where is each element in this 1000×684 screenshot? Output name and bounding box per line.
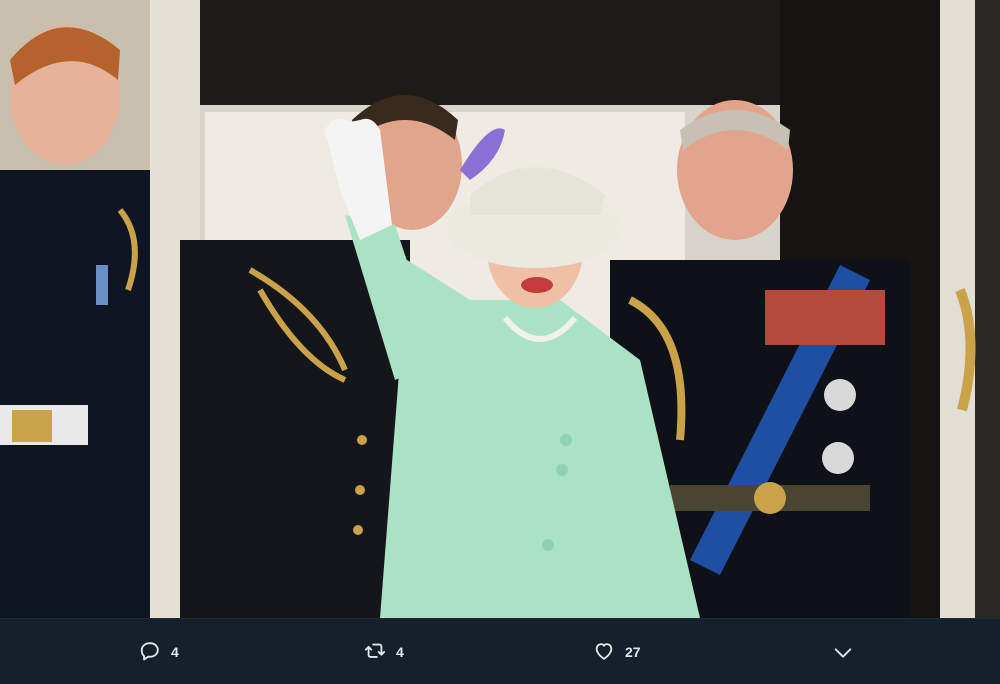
tweet-action-bar: 4 4 27 (0, 618, 1000, 684)
more-options-button[interactable] (832, 641, 854, 667)
like-button[interactable]: 27 (593, 639, 641, 665)
retweet-icon (364, 640, 386, 665)
photo-illustration (0, 0, 1000, 618)
tweet-photo[interactable] (0, 0, 1000, 618)
retweet-count: 4 (396, 644, 404, 660)
chevron-down-icon (832, 642, 854, 667)
reply-button[interactable]: 4 (139, 639, 179, 665)
heart-icon (593, 640, 615, 665)
like-count: 27 (625, 644, 641, 660)
reply-icon (139, 640, 161, 665)
retweet-button[interactable]: 4 (364, 639, 404, 665)
reply-count: 4 (171, 644, 179, 660)
